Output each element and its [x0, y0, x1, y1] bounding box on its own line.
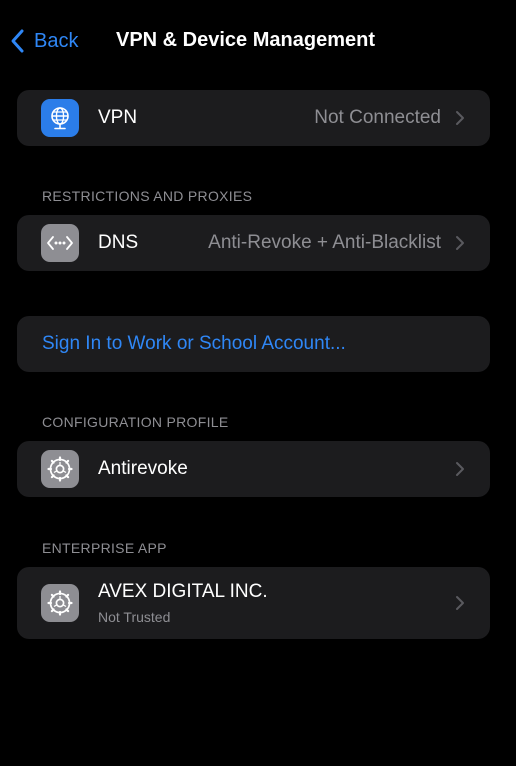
vpn-label: VPN — [98, 107, 138, 128]
navigation-bar: Back VPN & Device Management — [0, 0, 516, 80]
restrictions-section-header: RESTRICTIONS AND PROXIES — [42, 188, 253, 204]
enterprise-app-status: Not Trusted — [98, 609, 171, 625]
vpn-status: Not Connected — [314, 107, 441, 128]
dns-icon — [41, 224, 79, 262]
page-title: VPN & Device Management — [116, 29, 375, 51]
configuration-section-header: CONFIGURATION PROFILE — [42, 414, 229, 430]
dns-row[interactable]: DNS Anti-Revoke + Anti-Blacklist — [17, 215, 490, 271]
chevron-left-icon — [11, 29, 24, 53]
back-label: Back — [34, 29, 79, 52]
globe-icon — [41, 99, 79, 137]
enterprise-app-row[interactable]: AVEX DIGITAL INC. Not Trusted — [17, 567, 490, 639]
chevron-right-icon — [456, 236, 464, 250]
sign-in-row[interactable]: Sign In to Work or School Account... — [17, 316, 490, 372]
enterprise-section-header: ENTERPRISE APP — [42, 540, 167, 556]
back-button[interactable]: Back — [8, 24, 78, 58]
chevron-right-icon — [456, 596, 464, 610]
dns-value: Anti-Revoke + Anti-Blacklist — [208, 232, 441, 253]
profile-label: Antirevoke — [98, 458, 188, 479]
chevron-right-icon — [456, 111, 464, 125]
dns-label: DNS — [98, 232, 139, 253]
gear-icon — [41, 584, 79, 622]
sign-in-link[interactable]: Sign In to Work or School Account... — [42, 333, 346, 355]
enterprise-app-label: AVEX DIGITAL INC. — [98, 581, 268, 602]
vpn-device-management-screen: Back VPN & Device Management VPN Not Con… — [0, 0, 516, 766]
chevron-right-icon — [456, 462, 464, 476]
configuration-group: Antirevoke — [17, 441, 490, 497]
vpn-group: VPN Not Connected — [17, 90, 490, 146]
gear-icon — [41, 450, 79, 488]
restrictions-group: DNS Anti-Revoke + Anti-Blacklist — [17, 215, 490, 271]
enterprise-group: AVEX DIGITAL INC. Not Trusted — [17, 567, 490, 639]
account-group: Sign In to Work or School Account... — [17, 316, 490, 372]
vpn-row[interactable]: VPN Not Connected — [17, 90, 490, 146]
profile-row[interactable]: Antirevoke — [17, 441, 490, 497]
